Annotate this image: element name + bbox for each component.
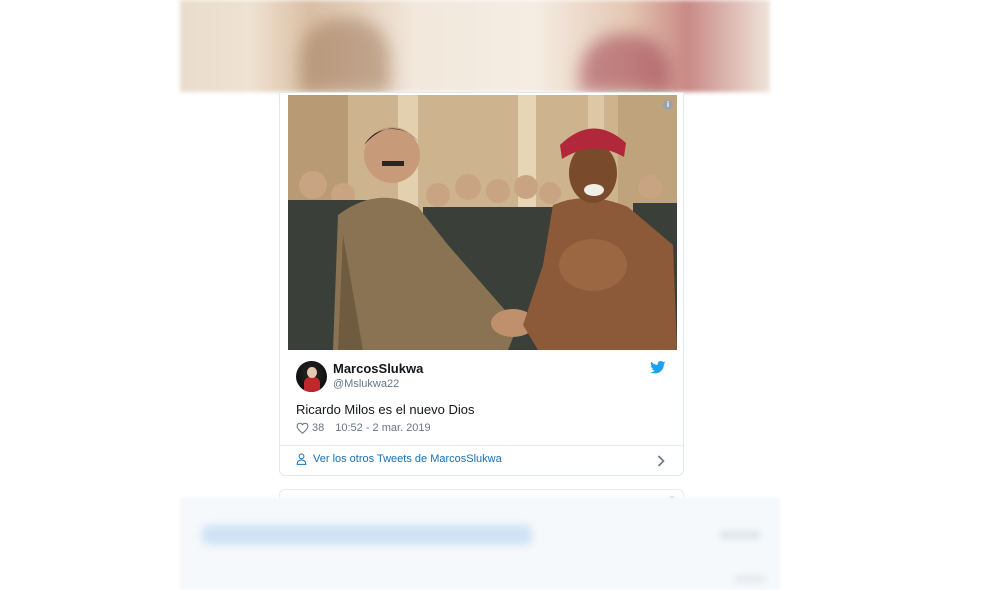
twitter-bird-icon[interactable] — [650, 361, 666, 374]
avatar[interactable] — [296, 361, 327, 392]
avatar-shirt — [304, 377, 320, 392]
tweet-timestamp[interactable]: 10:52 - 2 mar. 2019 — [335, 422, 430, 434]
blurred-text — [720, 531, 760, 539]
avatar-face — [307, 367, 317, 378]
tweet-text: Ricardo Milos es el nuevo Dios — [296, 402, 475, 417]
person-icon — [296, 453, 307, 465]
author-handle[interactable]: @Mslukwa22 — [333, 378, 399, 390]
like-count[interactable]: 38 — [312, 422, 324, 434]
blurred-figure — [580, 34, 670, 92]
divider — [280, 445, 683, 446]
blurred-text — [735, 575, 765, 583]
heart-icon[interactable] — [296, 422, 309, 434]
meme-painting — [288, 95, 677, 350]
tweet-media-image[interactable]: i — [288, 95, 677, 350]
embedded-tweet-card: i MarcosSlukwa @Mslukwa22 Ricardo Milos … — [279, 92, 684, 476]
more-tweets-label[interactable]: Ver los otros Tweets de MarcosSlukwa — [313, 453, 502, 465]
blurred-footer — [180, 497, 780, 590]
blurred-header-image — [180, 0, 770, 92]
blurred-figure — [300, 18, 390, 92]
info-icon[interactable]: i — [663, 100, 673, 110]
author-display-name[interactable]: MarcosSlukwa — [333, 361, 423, 376]
more-tweets-link[interactable]: Ver los otros Tweets de MarcosSlukwa — [296, 453, 502, 465]
tweet-meta: 38 10:52 - 2 mar. 2019 — [296, 422, 431, 434]
chevron-right-icon[interactable] — [657, 455, 665, 467]
blurred-link-text — [202, 525, 532, 545]
